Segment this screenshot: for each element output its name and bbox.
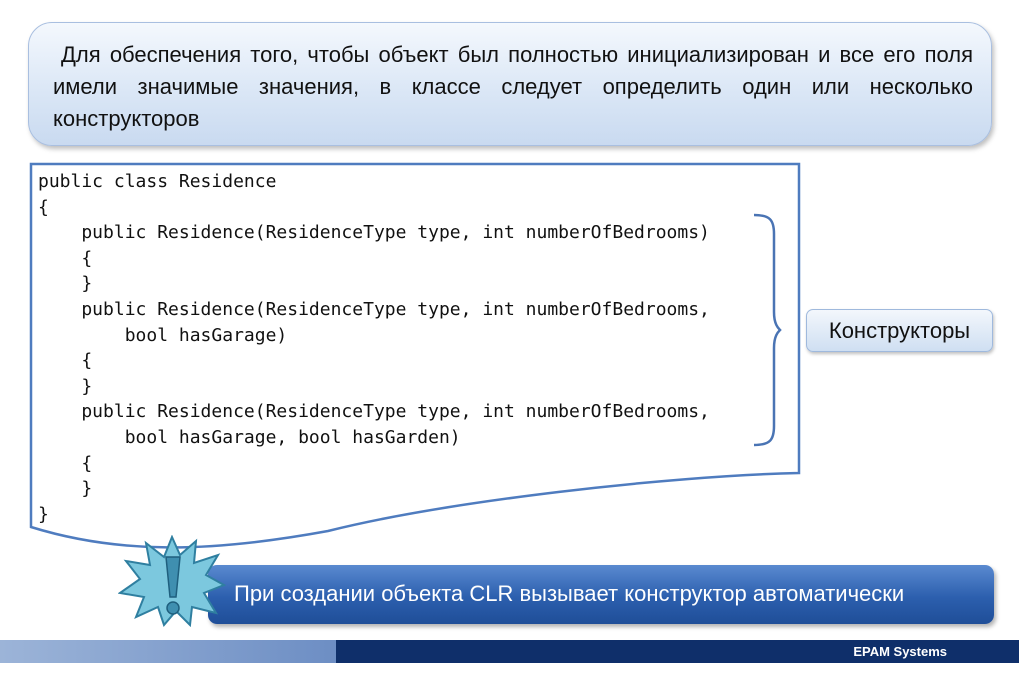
code-line: public Residence(ResidenceType type, int… [81, 401, 710, 423]
code-line: public Residence(ResidenceType type, int… [81, 222, 710, 244]
code-line: { [81, 247, 93, 269]
code-line: { [38, 196, 49, 218]
code-line: public class Residence [38, 171, 277, 192]
code-line: bool hasGarage, bool hasGarden) [124, 426, 461, 448]
code-line: bool hasGarage) [124, 324, 288, 346]
footer-bar: EPAM Systems [336, 640, 1019, 663]
clr-note-bar: При создании объекта CLR вызывает констр… [208, 565, 994, 624]
footer-left-band [0, 640, 336, 663]
exclamation-burst-icon [118, 535, 226, 627]
code-line: public Residence(ResidenceType type, int… [81, 298, 710, 320]
code-line: } [81, 375, 93, 397]
code-line: } [81, 478, 93, 500]
code-line: } [38, 503, 49, 525]
constructors-label: Конструкторы [806, 309, 993, 352]
code-line: { [81, 452, 93, 474]
clr-note-text: При создании объекта CLR вызывает констр… [234, 581, 905, 606]
intro-callout: Для обеспечения того, чтобы объект был п… [28, 22, 992, 146]
code-panel: public class Residence { public Residenc… [28, 161, 803, 558]
company-name: EPAM Systems [853, 644, 947, 659]
intro-text: Для обеспечения того, чтобы объект был п… [53, 42, 973, 131]
curly-brace-icon [753, 213, 782, 447]
code-line: { [81, 350, 93, 372]
code-block: public class Residence { public Residenc… [38, 169, 710, 527]
code-line: } [81, 273, 93, 295]
